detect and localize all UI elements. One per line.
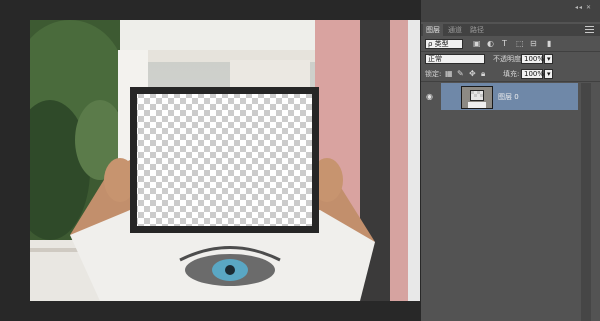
- photo-image: [30, 20, 420, 301]
- panel-tabs: 图层 通道 路径: [421, 24, 600, 36]
- shape-filter-icon[interactable]: ⬚: [516, 39, 524, 49]
- fill-input[interactable]: 100%: [521, 69, 544, 79]
- image-filter-icon[interactable]: ▣: [473, 39, 481, 49]
- panel-title-bar: ◂◂ ✕: [421, 0, 600, 22]
- lock-transparent-pixels-icon[interactable]: ▦: [445, 69, 453, 79]
- panel-menu-icon[interactable]: [585, 26, 594, 33]
- lock-label: 锁定:: [425, 70, 442, 78]
- lock-all-icon[interactable]: 🔒︎: [481, 69, 485, 79]
- layer-filter-row: ρ 类型 ▣ ◐ T ⬚ ⊟ ▮: [421, 38, 600, 50]
- lock-position-icon[interactable]: ✥: [469, 69, 476, 79]
- blend-mode-select[interactable]: 正常: [425, 54, 485, 64]
- image-canvas[interactable]: [30, 20, 420, 301]
- tab-channels[interactable]: 通道: [445, 24, 465, 36]
- filter-toggle-icon[interactable]: ▮: [547, 39, 551, 49]
- tab-layers[interactable]: 图层: [423, 24, 443, 36]
- layer-thumbnail: [461, 86, 493, 109]
- layer-kind-filter-select[interactable]: ρ 类型: [425, 39, 463, 49]
- layers-panel: ◂◂ ✕ 图层 通道 路径 ρ 类型 ▣ ◐ T ⬚ ⊟ ▮ 正常 不透明度: …: [421, 0, 600, 321]
- divider: [421, 81, 600, 82]
- panel-collapse-close-controls[interactable]: ◂◂ ✕: [575, 4, 592, 11]
- opacity-dropdown-icon[interactable]: ▾: [544, 54, 553, 64]
- document-workspace: [0, 0, 421, 321]
- blend-opacity-row: 正常 不透明度: 100% ▾: [421, 53, 600, 65]
- smart-object-filter-icon[interactable]: ⊟: [530, 39, 537, 49]
- divider: [421, 51, 600, 52]
- opacity-input[interactable]: 100%: [521, 54, 544, 64]
- lock-image-pixels-icon[interactable]: ✎: [457, 69, 464, 79]
- layer-visibility-eye-icon[interactable]: ◉: [426, 92, 433, 101]
- type-filter-icon[interactable]: T: [502, 39, 507, 49]
- layer-name[interactable]: 图层 0: [498, 92, 519, 102]
- adjustment-filter-icon[interactable]: ◐: [487, 39, 494, 49]
- tab-paths[interactable]: 路径: [467, 24, 487, 36]
- fill-dropdown-icon[interactable]: ▾: [544, 69, 553, 79]
- layer-row[interactable]: 图层 0: [441, 83, 578, 110]
- lock-fill-row: 锁定: ▦ ✎ ✥ 🔒︎ 填充: 100% ▾: [421, 68, 600, 80]
- layers-scrollbar[interactable]: [581, 83, 591, 321]
- opacity-label: 不透明度:: [493, 55, 524, 63]
- fill-label: 填充:: [503, 70, 520, 78]
